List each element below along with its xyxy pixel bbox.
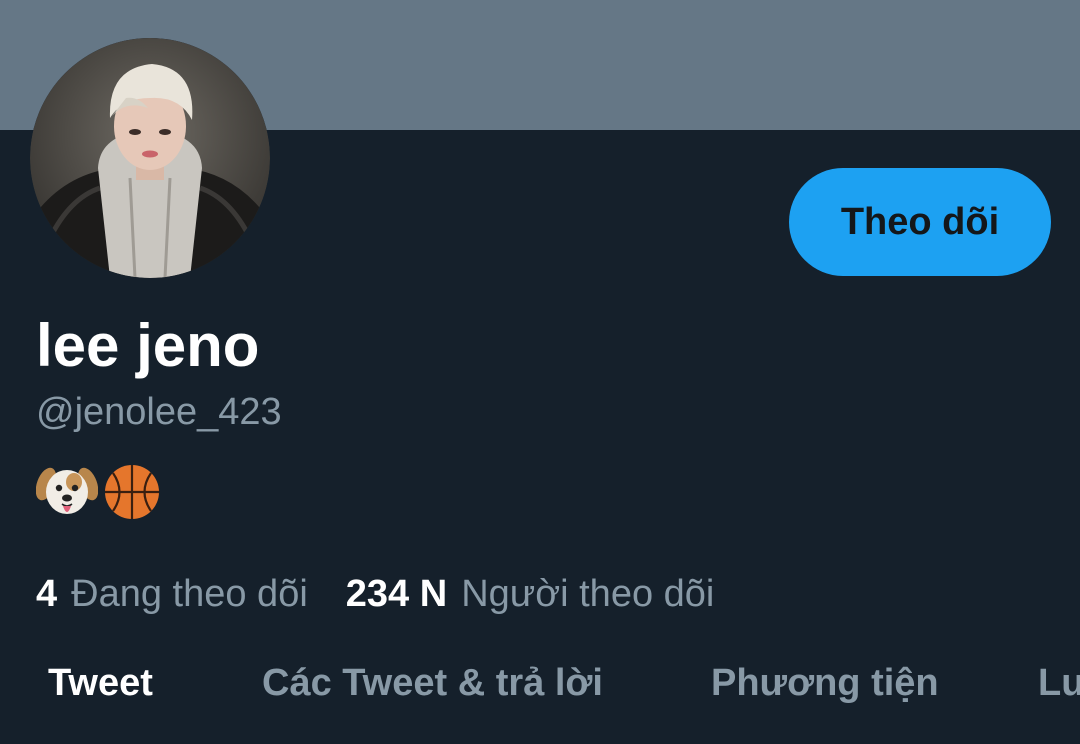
bio xyxy=(36,462,162,522)
follow-stats: 4 Đang theo dõi 234 N Người theo dõi xyxy=(36,570,714,618)
following-count: 4 xyxy=(36,572,58,615)
dog-face-emoji-icon xyxy=(36,467,98,514)
profile-tabs: Tweet Các Tweet & trả lời Phương tiện Lư… xyxy=(0,648,1080,718)
tab-tweets[interactable]: Tweet xyxy=(48,648,153,718)
display-name: lee jeno xyxy=(36,312,260,379)
follow-button[interactable]: Theo dõi xyxy=(789,168,1051,276)
followers-count: 234 N xyxy=(345,572,448,615)
following-link[interactable]: 4 Đang theo dõi xyxy=(36,573,308,616)
profile-page: Theo dõi lee jeno @jenolee_423 4 Đang th… xyxy=(0,0,1080,744)
basketball-emoji-icon xyxy=(105,465,159,519)
tab-tweets-and-replies[interactable]: Các Tweet & trả lời xyxy=(262,648,603,718)
tab-media[interactable]: Phương tiện xyxy=(711,648,939,718)
following-label: Đang theo dõi xyxy=(71,572,308,615)
followers-label: Người theo dõi xyxy=(461,572,715,615)
avatar[interactable] xyxy=(30,38,270,278)
tab-likes[interactable]: Lượt thích xyxy=(1038,648,1080,718)
followers-link[interactable]: 234 N Người theo dõi xyxy=(346,573,715,616)
user-handle: @jenolee_423 xyxy=(36,391,282,433)
avatar-photo xyxy=(30,38,270,278)
